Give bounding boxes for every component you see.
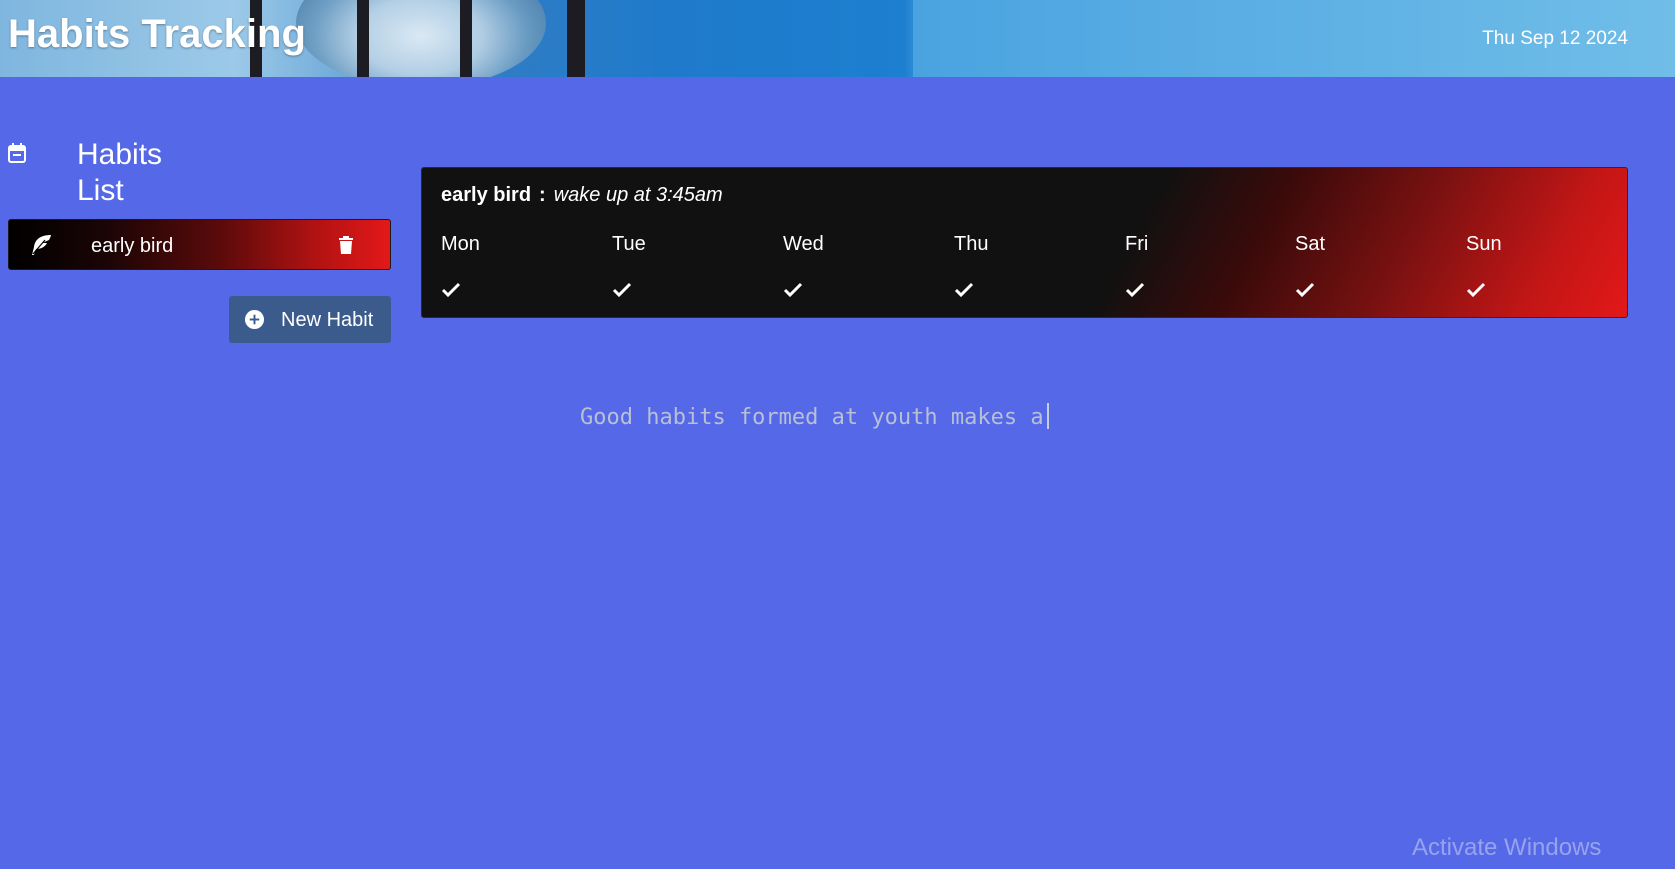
day-label: Mon [441, 233, 480, 255]
habits-list-title: Habits List [77, 137, 197, 209]
current-date: Thu Sep 12 2024 [1482, 28, 1628, 49]
check-icon[interactable] [783, 282, 803, 298]
check-icon[interactable] [612, 282, 632, 298]
banner-image-bar [567, 0, 585, 77]
day-column-mon: Mon [441, 232, 581, 302]
habit-card: early bird: wake up at 3:45am Mon Tue Wed… [421, 167, 1628, 318]
habit-list-item[interactable]: early bird [8, 219, 391, 270]
banner-image-bar [460, 0, 472, 77]
check-icon[interactable] [441, 282, 461, 298]
habit-card-name: early bird [441, 184, 532, 206]
habit-card-header: early bird: wake up at 3:45am [441, 183, 723, 207]
habit-list-item-name: early bird [91, 235, 174, 257]
app-title: Habits Tracking [8, 12, 306, 56]
day-label: Sun [1466, 233, 1502, 255]
day-column-thu: Thu [954, 232, 1094, 302]
check-icon[interactable] [1466, 282, 1486, 298]
day-label: Tue [612, 233, 646, 255]
typing-quote: Good habits formed at youth makes a [580, 403, 1049, 432]
check-icon[interactable] [1125, 282, 1145, 298]
header-banner: Habits Tracking Thu Sep 12 2024 [0, 0, 1675, 77]
banner-image-globe [296, 0, 546, 77]
typing-quote-text: Good habits formed at youth makes a [580, 405, 1044, 430]
day-label: Fri [1125, 233, 1149, 255]
plus-circle-icon [244, 309, 265, 330]
feather-icon [32, 235, 51, 255]
habit-card-separator: : [539, 184, 546, 206]
day-label: Wed [783, 233, 824, 255]
new-habit-button-label: New Habit [281, 309, 374, 331]
check-icon[interactable] [1295, 282, 1315, 298]
day-column-wed: Wed [783, 232, 923, 302]
banner-image-bar [357, 0, 369, 77]
activate-windows-watermark: Activate Windows [1412, 834, 1602, 861]
typing-caret [1046, 403, 1049, 429]
trash-icon[interactable] [338, 236, 354, 254]
check-icon[interactable] [954, 282, 974, 298]
new-habit-button[interactable]: New Habit [229, 296, 391, 343]
day-label: Sat [1295, 233, 1326, 255]
day-column-sat: Sat [1295, 232, 1435, 302]
habits-list-title-line2: List [77, 174, 124, 207]
day-column-sun: Sun [1466, 232, 1606, 302]
day-column-tue: Tue [612, 232, 752, 302]
day-column-fri: Fri [1125, 232, 1265, 302]
calendar-icon [8, 143, 26, 163]
habits-list-title-line1: Habits [77, 138, 163, 171]
habit-card-description: wake up at 3:45am [553, 184, 723, 206]
day-label: Thu [954, 233, 989, 255]
